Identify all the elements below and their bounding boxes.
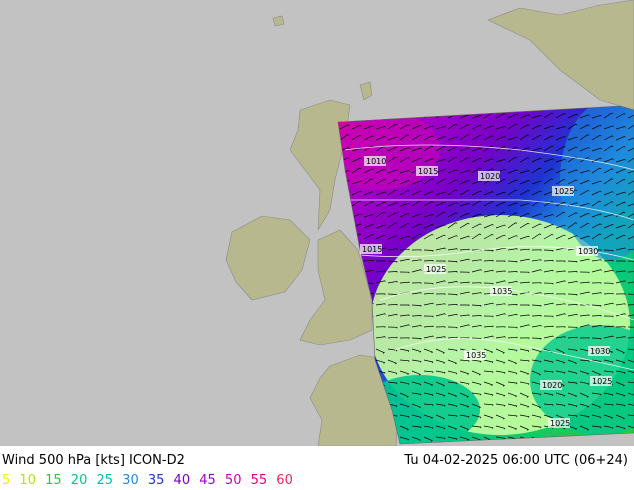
- svg-text:1030: 1030: [578, 247, 598, 256]
- wind-speed-legend: 5 10 15 20 25 30 35 40 45 50 55 60: [2, 473, 298, 488]
- legend-item: 20: [70, 473, 88, 488]
- isobar-label: 1025: [552, 186, 574, 196]
- isobar-label: 1020: [478, 171, 500, 181]
- svg-text:1015: 1015: [362, 245, 382, 254]
- svg-text:1020: 1020: [480, 172, 500, 181]
- faroe-island: [272, 15, 285, 27]
- legend-item: 30: [122, 473, 139, 488]
- isobar-label: 1010: [364, 156, 386, 166]
- map-canvas: 1010 1015 1020 1025 1015 1030 1025 1035 …: [225, 0, 634, 446]
- scandinavia-land: [487, 0, 634, 111]
- isobar-label: 1025: [548, 418, 570, 428]
- svg-text:1010: 1010: [366, 157, 386, 166]
- svg-text:1025: 1025: [592, 377, 612, 386]
- isobar-label: 1015: [416, 166, 438, 176]
- weather-map[interactable]: 1010 1015 1020 1025 1015 1030 1025 1035 …: [0, 0, 634, 446]
- ireland-land: [225, 215, 311, 301]
- legend-item: 15: [45, 473, 62, 488]
- svg-text:1020: 1020: [542, 381, 562, 390]
- legend-item: 45: [199, 473, 216, 488]
- scotland-land: [289, 99, 351, 231]
- isobar-label: 1015: [360, 244, 382, 254]
- isobar-label: 1030: [576, 246, 598, 256]
- legend-item: 35: [147, 473, 165, 488]
- isobar-label: 1035: [464, 350, 486, 360]
- svg-text:1015: 1015: [418, 167, 438, 176]
- isobar-label: 1030: [588, 346, 610, 356]
- legend-item: 40: [173, 473, 191, 488]
- svg-text:1035: 1035: [466, 351, 486, 360]
- map-title: Wind 500 hPa [kts] ICON-D2: [2, 453, 185, 468]
- legend-item: 50: [224, 473, 242, 488]
- isobar-label: 1035: [490, 286, 512, 296]
- legend-item: 60: [276, 473, 293, 488]
- isobar-label: 1020: [540, 380, 562, 390]
- isobar-label: 1025: [424, 264, 446, 274]
- legend-item: 55: [250, 473, 268, 488]
- forecast-datetime: Tu 04-02-2025 06:00 UTC (06+24): [404, 453, 628, 468]
- svg-text:1025: 1025: [426, 265, 446, 274]
- map-footer: Wind 500 hPa [kts] ICON-D2 Tu 04-02-2025…: [0, 446, 634, 490]
- shetland-island: [359, 81, 373, 101]
- svg-text:1025: 1025: [550, 419, 570, 428]
- svg-text:1030: 1030: [590, 347, 610, 356]
- legend-item: 10: [19, 473, 36, 488]
- legend-item: 25: [96, 473, 114, 488]
- legend-item: 5: [2, 473, 11, 488]
- svg-text:1025: 1025: [554, 187, 574, 196]
- isobar-label: 1025: [590, 376, 612, 386]
- svg-text:1035: 1035: [492, 287, 512, 296]
